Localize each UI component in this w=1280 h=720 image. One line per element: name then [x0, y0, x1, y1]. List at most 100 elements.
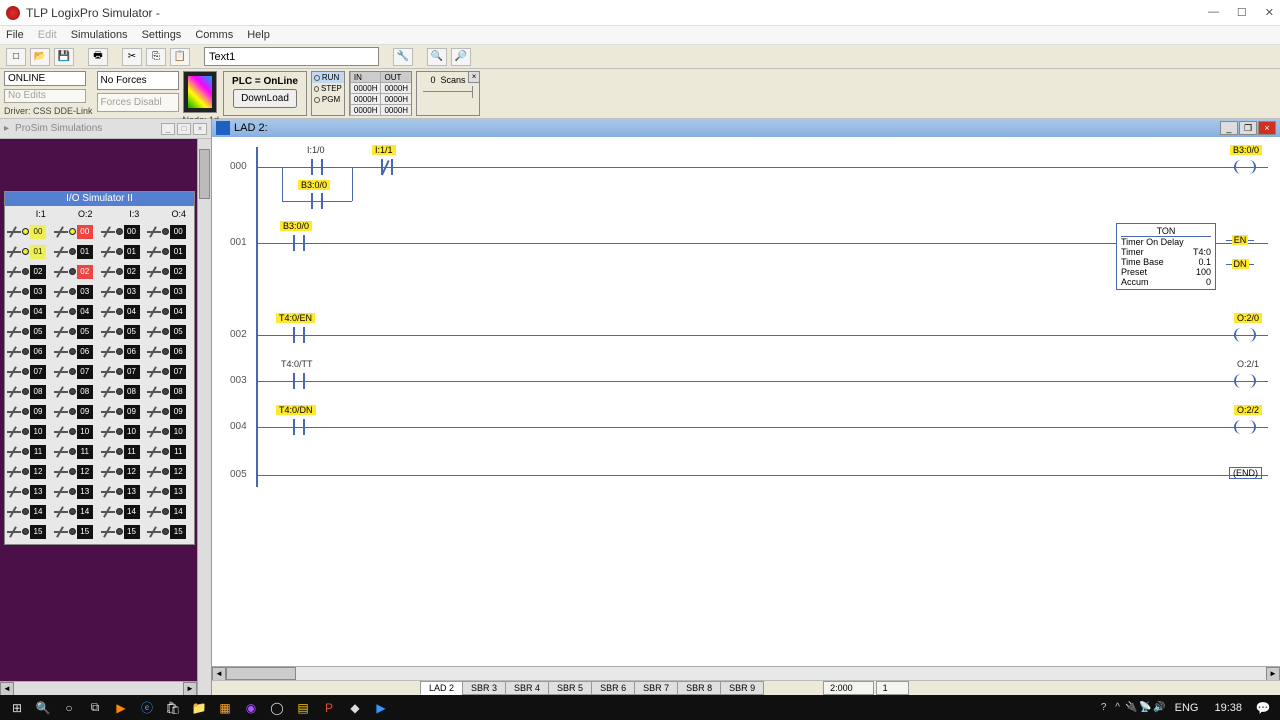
notes-icon[interactable]: ▦ [212, 697, 238, 719]
prosim-max-button[interactable]: □ [177, 123, 191, 135]
ladder-scroll-right[interactable]: ► [1266, 667, 1280, 681]
iosim-bit[interactable]: 14 [54, 502, 99, 521]
rung-4-coil[interactable] [1230, 416, 1260, 438]
switch-icon[interactable] [54, 527, 68, 537]
ladder-restore-button[interactable]: ❐ [1239, 121, 1257, 135]
switch-icon[interactable] [54, 307, 68, 317]
switch-icon[interactable] [7, 287, 21, 297]
rung-2-xic[interactable] [284, 324, 314, 346]
switch-icon[interactable] [147, 247, 161, 257]
rung-0-branch-xic[interactable] [302, 190, 332, 212]
switch-icon[interactable] [147, 387, 161, 397]
iosim-bit[interactable]: 12 [7, 462, 52, 481]
switch-icon[interactable] [101, 227, 115, 237]
iosim-bit[interactable]: 01 [147, 242, 192, 261]
powerpoint-icon[interactable]: P [316, 697, 342, 719]
taskview-icon[interactable]: ⧉ [82, 697, 108, 719]
maximize-button[interactable]: ☐ [1237, 6, 1247, 19]
ladder-hscrollbar[interactable]: ◄ ► [212, 666, 1280, 680]
mode-dropdown[interactable]: ONLINE [4, 71, 86, 86]
iosim-bit[interactable]: 11 [101, 442, 146, 461]
switch-icon[interactable] [7, 407, 21, 417]
sim-scroll-left[interactable]: ◄ [0, 682, 14, 695]
start-button[interactable]: ⊞ [4, 697, 30, 719]
switch-icon[interactable] [147, 347, 161, 357]
edge-icon[interactable]: ⓔ [134, 697, 160, 719]
switch-icon[interactable] [147, 427, 161, 437]
iosim-bit[interactable]: 13 [54, 482, 99, 501]
switch-icon[interactable] [101, 307, 115, 317]
switch-icon[interactable] [7, 467, 21, 477]
close-button[interactable]: ✕ [1265, 6, 1274, 19]
menu-settings[interactable]: Settings [142, 29, 182, 41]
iosim-bit[interactable]: 15 [54, 522, 99, 541]
forces-enable-dropdown[interactable]: Forces Disabled [97, 93, 179, 112]
iosim-bit[interactable]: 05 [7, 322, 52, 341]
switch-icon[interactable] [101, 347, 115, 357]
switch-icon[interactable] [54, 447, 68, 457]
switch-icon[interactable] [54, 407, 68, 417]
switch-icon[interactable] [7, 387, 21, 397]
app2-icon[interactable]: ◉ [238, 697, 264, 719]
rung-4-xic[interactable] [284, 416, 314, 438]
iosim-bit[interactable]: 05 [101, 322, 146, 341]
open-button[interactable]: 📂 [30, 48, 50, 66]
iosim-bit[interactable]: 02 [147, 262, 192, 281]
switch-icon[interactable] [147, 447, 161, 457]
iosim-bit[interactable]: 02 [101, 262, 146, 281]
ladder-canvas[interactable]: 000 I:1/0 I:1/1 B3:0/0 B3:0/0 001 B3:0/0… [212, 137, 1280, 666]
search-button[interactable]: 🔍 [30, 697, 56, 719]
menu-simulations[interactable]: Simulations [71, 29, 128, 41]
switch-icon[interactable] [101, 407, 115, 417]
iosim-bit[interactable]: 03 [147, 282, 192, 301]
switch-icon[interactable] [54, 367, 68, 377]
vol-tray-icon[interactable]: 🔊 [1153, 701, 1167, 715]
switch-icon[interactable] [54, 507, 68, 517]
mode-step[interactable]: STEP [321, 84, 342, 93]
switch-icon[interactable] [101, 447, 115, 457]
switch-icon[interactable] [7, 347, 21, 357]
iosim-bit[interactable]: 11 [54, 442, 99, 461]
switch-icon[interactable] [147, 487, 161, 497]
iosim-bit[interactable]: 09 [101, 402, 146, 421]
switch-icon[interactable] [54, 387, 68, 397]
mode-run[interactable]: RUN [322, 73, 339, 82]
switch-icon[interactable] [7, 247, 21, 257]
download-button[interactable]: DownLoad [233, 89, 297, 108]
sim-vscrollbar[interactable] [197, 139, 211, 695]
wmp-icon[interactable]: ▶ [368, 697, 394, 719]
iosim-bit[interactable]: 07 [7, 362, 52, 381]
scan-close-button[interactable]: × [468, 71, 480, 83]
menu-comms[interactable]: Comms [195, 29, 233, 41]
iosim-bit[interactable]: 02 [7, 262, 52, 281]
iosim-bit[interactable]: 11 [147, 442, 192, 461]
switch-icon[interactable] [54, 287, 68, 297]
power-tray-icon[interactable]: 🔌 [1125, 701, 1139, 715]
switch-icon[interactable] [7, 527, 21, 537]
iosim-bit[interactable]: 13 [147, 482, 192, 501]
iosim-bit[interactable]: 15 [7, 522, 52, 541]
zoom-in-button[interactable]: 🔍 [427, 48, 447, 66]
search-input[interactable] [204, 47, 379, 66]
switch-icon[interactable] [54, 487, 68, 497]
iosim-bit[interactable]: 12 [101, 462, 146, 481]
tray-lang[interactable]: ENG [1167, 702, 1207, 714]
iosim-bit[interactable]: 04 [54, 302, 99, 321]
iosim-bit[interactable]: 12 [147, 462, 192, 481]
switch-icon[interactable] [7, 447, 21, 457]
iosim-bit[interactable]: 14 [147, 502, 192, 521]
switch-icon[interactable] [7, 307, 21, 317]
cut-button[interactable]: ✂ [122, 48, 142, 66]
iosim-bit[interactable]: 04 [147, 302, 192, 321]
explorer-icon[interactable]: 📁 [186, 697, 212, 719]
menu-help[interactable]: Help [247, 29, 270, 41]
switch-icon[interactable] [7, 227, 21, 237]
save-button[interactable]: 💾 [54, 48, 74, 66]
switch-icon[interactable] [147, 267, 161, 277]
up-tray-icon[interactable]: ^ [1111, 701, 1125, 715]
iosim-bit[interactable]: 14 [101, 502, 146, 521]
switch-icon[interactable] [101, 427, 115, 437]
iosim-bit[interactable]: 08 [101, 382, 146, 401]
menu-edit[interactable]: Edit [38, 29, 57, 41]
iosim-bit[interactable]: 06 [147, 342, 192, 361]
